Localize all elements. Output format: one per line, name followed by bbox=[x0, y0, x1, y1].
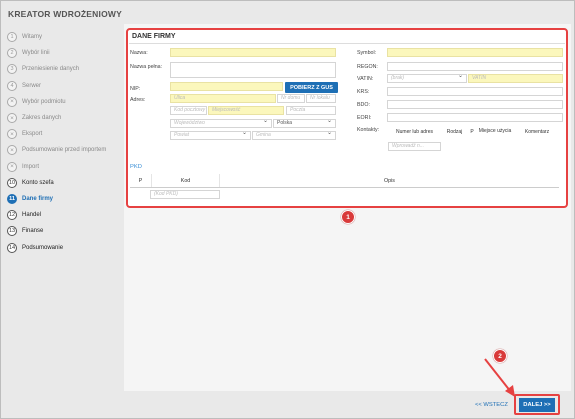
divider bbox=[129, 43, 565, 44]
step-number: 10 bbox=[7, 177, 17, 188]
krs-field[interactable] bbox=[387, 87, 563, 96]
step-label: Serwer bbox=[22, 82, 42, 89]
step-dane-firmy[interactable]: 11 Dane firmy bbox=[7, 191, 122, 207]
label-eori: EORI: bbox=[357, 115, 372, 121]
step-number: 14 bbox=[7, 242, 17, 253]
step-label: Dane firmy bbox=[22, 195, 54, 202]
bdo-field[interactable] bbox=[387, 100, 563, 109]
step-label: Podsumowanie bbox=[22, 244, 64, 251]
pkd-col-kod[interactable]: Kod bbox=[152, 174, 220, 187]
step-number: 13 bbox=[7, 226, 17, 237]
step-wybor-linii[interactable]: 2 Wybór linii bbox=[7, 45, 122, 61]
label-nazwa-pelna: Nazwa pełna: bbox=[130, 64, 163, 70]
skipped-icon: × bbox=[7, 145, 17, 156]
annotation-marker-1: 1 bbox=[341, 210, 355, 224]
step-number: 2 bbox=[7, 48, 17, 59]
nip-field[interactable] bbox=[170, 82, 283, 91]
col-miejsce-uzycia[interactable]: Miejsce użycia bbox=[477, 125, 513, 138]
poczta-field[interactable]: Poczta bbox=[286, 106, 336, 115]
step-podsumowanie[interactable]: 14 Podsumowanie bbox=[7, 239, 122, 255]
step-label: Handel bbox=[22, 212, 42, 219]
step-wybor-podmiotu[interactable]: × Wybór podmiotu bbox=[7, 94, 122, 110]
step-label: Konto szefa bbox=[22, 179, 54, 186]
label-kontakty: Kontakty: bbox=[357, 127, 380, 133]
steps-sidebar: 1 Witamy 2 Wybór linii 3 Przeniesienie dany… bbox=[7, 29, 122, 256]
next-button[interactable]: DALEJ >> bbox=[519, 398, 555, 412]
col-komentarz[interactable]: Komentarz bbox=[513, 125, 561, 138]
symbol-field[interactable] bbox=[387, 48, 563, 57]
app-title: KREATOR WDROŻENIOWY bbox=[8, 9, 122, 19]
step-label: Wybór podmiotu bbox=[22, 98, 66, 105]
pkd-link[interactable]: PKD bbox=[130, 164, 142, 170]
step-label: Finanse bbox=[22, 228, 44, 235]
gmina-select[interactable]: Gmina bbox=[252, 131, 336, 140]
label-vatin: VATIN: bbox=[357, 76, 374, 82]
step-import[interactable]: × Import bbox=[7, 159, 122, 175]
regon-field[interactable] bbox=[387, 62, 563, 71]
pkd-filter-row: (Kod PKD) bbox=[130, 188, 559, 200]
step-label: Wybór linii bbox=[22, 50, 50, 57]
panel-title: DANE FIRMY bbox=[132, 33, 176, 40]
step-label: Witamy bbox=[22, 34, 42, 41]
step-number: 12 bbox=[7, 210, 17, 221]
label-bdo: BDO: bbox=[357, 102, 370, 108]
nr-domu-field[interactable]: Nr domu bbox=[277, 94, 305, 103]
step-label: Eksport bbox=[22, 131, 43, 138]
step-zakres-danych[interactable]: × Zakres danych bbox=[7, 110, 122, 126]
kod-pocztowy-field[interactable]: Kod pocztowy bbox=[170, 106, 207, 115]
miejscowosc-field[interactable]: Miejscowość bbox=[208, 106, 284, 115]
pkd-table: P Kod Opis (Kod PKD) bbox=[130, 174, 559, 200]
step-handel[interactable]: 12 Handel bbox=[7, 207, 122, 223]
back-button[interactable]: << WSTECZ bbox=[475, 402, 508, 408]
pkd-table-header: P Kod Opis bbox=[130, 174, 559, 188]
step-label: Przeniesienie danych bbox=[22, 66, 80, 73]
skipped-icon: × bbox=[7, 129, 17, 140]
step-eksport[interactable]: × Eksport bbox=[7, 126, 122, 142]
pobierz-z-gus-button[interactable]: POBIERZ Z GUS bbox=[285, 82, 338, 93]
step-number: 4 bbox=[7, 80, 17, 91]
label-regon: REGON: bbox=[357, 64, 378, 70]
wizard-window: KREATOR WDROŻENIOWY 1 Witamy 2 Wybór linii… bbox=[0, 0, 575, 419]
step-label: Podsumowanie przed importem bbox=[22, 147, 107, 154]
contacts-table-header: Numer lub adres Rodzaj P Miejsce użycia … bbox=[387, 125, 561, 138]
step-serwer[interactable]: 4 Serwer bbox=[7, 78, 122, 94]
col-numer-lub-adres[interactable]: Numer lub adres bbox=[387, 125, 442, 138]
skipped-icon: × bbox=[7, 113, 17, 124]
step-number: 1 bbox=[7, 32, 17, 43]
nr-lokalu-field[interactable]: Nr lokalu bbox=[306, 94, 336, 103]
step-konto-szefa[interactable]: 10 Konto szefa bbox=[7, 175, 122, 191]
step-przeniesienie-danych[interactable]: 3 Przeniesienie danych bbox=[7, 61, 122, 77]
label-adres: Adres: bbox=[130, 97, 146, 103]
skipped-icon: × bbox=[7, 96, 17, 107]
label-symbol: Symbol: bbox=[357, 50, 377, 56]
pkd-col-opis[interactable]: Opis bbox=[220, 174, 559, 187]
kraj-select[interactable]: Polska bbox=[273, 119, 336, 128]
wojewodztwo-select[interactable]: Województwo bbox=[170, 119, 272, 128]
label-nazwa: Nazwa: bbox=[130, 50, 148, 56]
col-rodzaj[interactable]: Rodzaj bbox=[442, 125, 467, 138]
step-label: Zakres danych bbox=[22, 115, 62, 122]
powiat-select[interactable]: Powiat bbox=[170, 131, 251, 140]
label-krs: KRS: bbox=[357, 89, 370, 95]
eori-field[interactable] bbox=[387, 113, 563, 122]
step-finanse[interactable]: 13 Finanse bbox=[7, 223, 122, 239]
pkd-col-p[interactable]: P bbox=[130, 174, 152, 187]
ulica-field[interactable]: Ulica bbox=[170, 94, 276, 103]
step-witamy[interactable]: 1 Witamy bbox=[7, 29, 122, 45]
annotation-arrow-icon bbox=[484, 358, 515, 397]
label-nip: NIP: bbox=[130, 86, 141, 92]
contact-filter-input[interactable]: Wprowadź n... bbox=[388, 142, 441, 151]
step-number: 3 bbox=[7, 64, 17, 75]
vatin-prefix-select[interactable]: (brak) bbox=[387, 74, 467, 83]
col-p[interactable]: P bbox=[467, 125, 477, 138]
step-podsumowanie-przed-importem[interactable]: × Podsumowanie przed importem bbox=[7, 142, 122, 158]
nazwa-field[interactable] bbox=[170, 48, 336, 57]
vatin-field[interactable]: VATIN bbox=[468, 74, 563, 83]
step-number: 11 bbox=[7, 193, 17, 204]
step-label: Import bbox=[22, 163, 40, 170]
nazwa-pelna-field[interactable] bbox=[170, 62, 336, 78]
skipped-icon: × bbox=[7, 161, 17, 172]
pkd-filter-input[interactable]: (Kod PKD) bbox=[150, 189, 220, 199]
